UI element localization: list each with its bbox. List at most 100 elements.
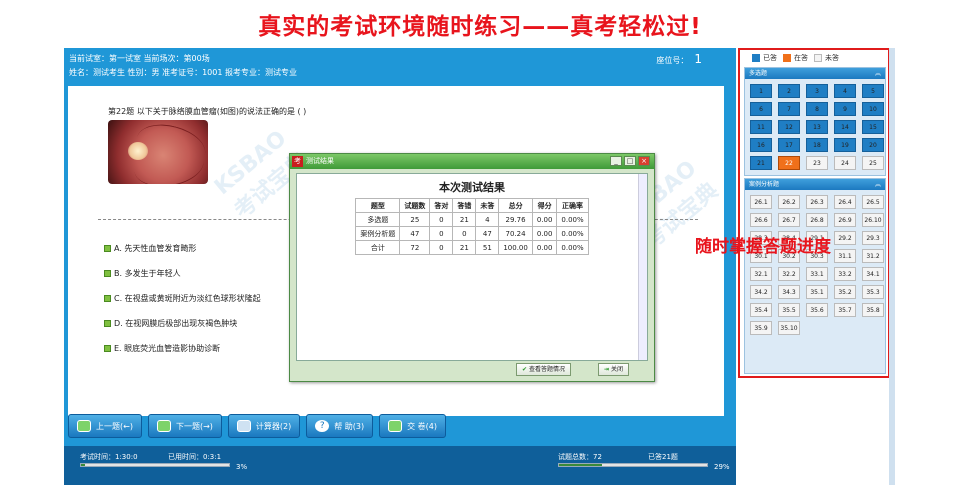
question-cell[interactable]: 5 <box>862 84 884 98</box>
view-answers-button[interactable]: ✔ 查看答题情况 <box>516 363 572 376</box>
question-cell[interactable]: 33.2 <box>834 267 856 281</box>
question-cell[interactable]: 35.6 <box>806 303 828 317</box>
question-cell[interactable]: 13 <box>806 120 828 134</box>
question-cell[interactable]: 1 <box>750 84 772 98</box>
question-cell[interactable]: 35.2 <box>834 285 856 299</box>
option-a[interactable]: A. 先天性血管发育畸形 <box>104 236 261 261</box>
question-cell[interactable]: 22 <box>778 156 800 170</box>
table-header: 未答 <box>475 198 500 213</box>
question-cell[interactable]: 34.1 <box>862 267 884 281</box>
calculator-button[interactable]: 计算器(2) <box>227 414 301 438</box>
question-cell[interactable]: 29.2 <box>834 231 856 245</box>
question-cell[interactable]: 31.2 <box>862 249 884 263</box>
question-cell[interactable]: 29.3 <box>862 231 884 245</box>
question-cell[interactable]: 34.2 <box>750 285 772 299</box>
question-cell[interactable]: 35.7 <box>834 303 856 317</box>
question-cell[interactable]: 35.10 <box>778 321 800 335</box>
question-cell[interactable]: 26.4 <box>834 195 856 209</box>
table-header: 答错 <box>452 198 477 213</box>
question-cell[interactable]: 35.5 <box>778 303 800 317</box>
dialog-titlebar[interactable]: 考 测试结果 _ □ × <box>290 154 654 169</box>
maximize-icon[interactable]: □ <box>624 156 636 166</box>
question-cell[interactable]: 16 <box>750 138 772 152</box>
close-icon[interactable]: × <box>638 156 650 166</box>
table-cell: 21 <box>452 212 477 227</box>
help-button[interactable]: ? 帮 助(3) <box>306 414 374 438</box>
option-d[interactable]: D. 在视网膜后极部出现灰褐色肿块 <box>104 311 261 336</box>
question-cell[interactable]: 23 <box>806 156 828 170</box>
question-cell[interactable]: 24 <box>834 156 856 170</box>
question-cell[interactable]: 15 <box>862 120 884 134</box>
option-e[interactable]: E. 眼底荧光血管造影协助诊断 <box>104 336 261 361</box>
question-cell[interactable]: 7 <box>778 102 800 116</box>
question-cell[interactable]: 3 <box>806 84 828 98</box>
question-cell[interactable]: 26.7 <box>778 213 800 227</box>
submit-button[interactable]: 交 卷(4) <box>379 414 446 438</box>
question-cell[interactable]: 35.3 <box>862 285 884 299</box>
checkbox-icon[interactable] <box>104 320 111 327</box>
question-cell[interactable]: 4 <box>834 84 856 98</box>
question-cell[interactable]: 26.5 <box>862 195 884 209</box>
prev-button[interactable]: 上一题(←) <box>68 414 142 438</box>
result-dialog: 考 测试结果 _ □ × 本次测试结果 题型 试题数 答对 答错 未答 总分 得分 正确率 多选题… <box>289 153 655 382</box>
app-icon: 考 <box>292 156 303 167</box>
case-section-header[interactable]: 案例分析题 ︽ <box>745 179 885 190</box>
question-cell[interactable]: 19 <box>834 138 856 152</box>
question-cell[interactable]: 35.9 <box>750 321 772 335</box>
question-cell[interactable]: 33.1 <box>806 267 828 281</box>
table-cell: 0.00 <box>531 226 558 241</box>
checkbox-icon[interactable] <box>104 345 111 352</box>
table-cell: 70.24 <box>498 226 533 241</box>
question-cell[interactable]: 26.1 <box>750 195 772 209</box>
question-cell[interactable]: 31.1 <box>834 249 856 263</box>
panel-scrollbar[interactable] <box>889 48 895 485</box>
promo-banner: 真实的考试环境随时练习——真考轻松过! <box>258 14 702 40</box>
question-cell[interactable]: 12 <box>778 120 800 134</box>
question-cell[interactable]: 2 <box>778 84 800 98</box>
question-cell[interactable]: 32.2 <box>778 267 800 281</box>
question-cell[interactable]: 32.1 <box>750 267 772 281</box>
question-cell[interactable]: 25 <box>862 156 884 170</box>
table-header: 总分 <box>498 198 533 213</box>
close-button[interactable]: ⇥ 关闭 <box>598 363 630 376</box>
header-room-line: 当前试室：第一试室 当前场次：第00场 <box>69 54 210 63</box>
question-cell[interactable]: 10 <box>862 102 884 116</box>
option-b[interactable]: B. 多发生于年轻人 <box>104 261 261 286</box>
checkbox-icon[interactable] <box>104 245 111 252</box>
question-cell[interactable]: 9 <box>834 102 856 116</box>
question-cell[interactable]: 34.3 <box>778 285 800 299</box>
table-cell: 0 <box>429 240 454 255</box>
question-cell[interactable]: 18 <box>806 138 828 152</box>
question-cell[interactable]: 26.10 <box>862 213 884 227</box>
question-cell[interactable]: 35.4 <box>750 303 772 317</box>
question-cell[interactable]: 26.9 <box>834 213 856 227</box>
result-heading: 本次测试结果 <box>439 181 505 194</box>
question-cell[interactable]: 14 <box>834 120 856 134</box>
arrow-left-icon <box>77 420 91 432</box>
question-cell[interactable]: 26.2 <box>778 195 800 209</box>
table-cell: 合计 <box>355 240 401 255</box>
question-cell[interactable]: 17 <box>778 138 800 152</box>
minimize-icon[interactable]: _ <box>610 156 622 166</box>
option-c[interactable]: C. 在视盘或黄斑附近为淡红色球形状隆起 <box>104 286 261 311</box>
collapse-icon[interactable]: ︽ <box>875 179 881 190</box>
dialog-scrollbar[interactable] <box>638 174 647 360</box>
question-cell[interactable]: 11 <box>750 120 772 134</box>
table-header: 得分 <box>531 198 558 213</box>
question-cell[interactable]: 8 <box>806 102 828 116</box>
answer-percent: 29% <box>714 463 730 471</box>
question-cell[interactable]: 6 <box>750 102 772 116</box>
checkbox-icon[interactable] <box>104 270 111 277</box>
question-cell[interactable]: 21 <box>750 156 772 170</box>
question-cell[interactable]: 26.3 <box>806 195 828 209</box>
checkbox-icon[interactable] <box>104 295 111 302</box>
question-cell[interactable]: 35.8 <box>862 303 884 317</box>
next-button[interactable]: 下一题(→) <box>147 414 222 438</box>
collapse-icon[interactable]: ︽ <box>875 68 881 79</box>
question-cell[interactable]: 26.8 <box>806 213 828 227</box>
question-cell[interactable]: 26.6 <box>750 213 772 227</box>
mc-section-header[interactable]: 多选题 ︽ <box>745 68 885 79</box>
question-cell[interactable]: 35.1 <box>806 285 828 299</box>
question-total: 试题总数：72 <box>558 453 602 461</box>
question-cell[interactable]: 20 <box>862 138 884 152</box>
